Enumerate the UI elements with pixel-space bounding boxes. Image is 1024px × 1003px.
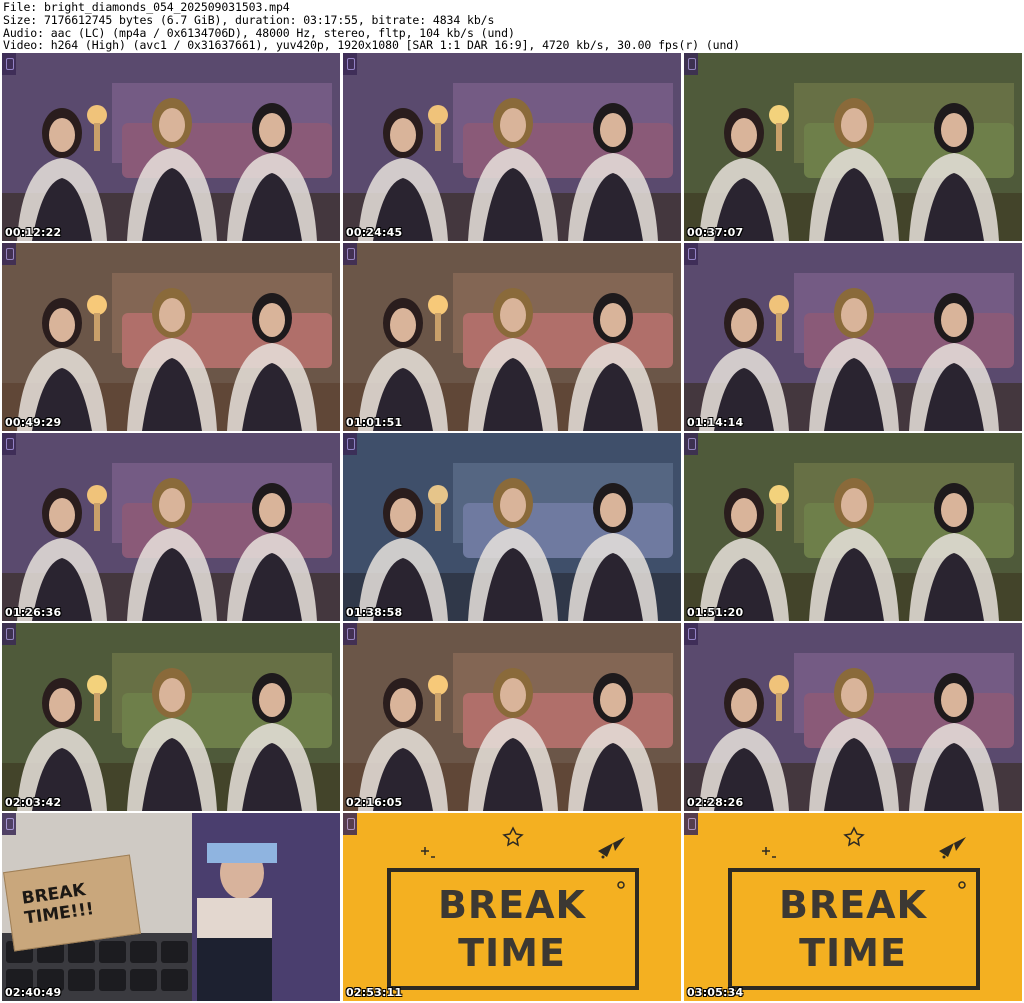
corner-badge-icon [343, 623, 357, 645]
thumbnail-timestamp: 00:37:07 [687, 226, 744, 239]
thumbnail-timestamp: 00:12:22 [5, 226, 62, 239]
thumbnail-timestamp: 01:38:58 [346, 606, 403, 619]
thumbnail-grid: 00:12:22 00:24:45 00:37:07 00:49:29 01:01:51… [2, 53, 1022, 1001]
thumbnail: BREAK TIME!!! 02:40:49 [2, 813, 340, 1001]
video-frame [2, 53, 340, 241]
video-frame [2, 623, 340, 811]
file-size-line: Size: 7176612745 bytes (6.7 GiB), durati… [3, 12, 495, 27]
thumbnail: BREAK TIME 02:53:11 [343, 813, 681, 1001]
thumbnail: 02:03:42 [2, 623, 340, 811]
corner-badge-icon [2, 623, 16, 645]
video-frame [343, 623, 681, 811]
thumbnail-timestamp: 02:16:05 [346, 796, 403, 809]
corner-badge-icon [684, 433, 698, 455]
corner-badge-icon [684, 623, 698, 645]
time-title-line: TIME [799, 931, 907, 975]
video-frame [343, 433, 681, 621]
video-frame [2, 433, 340, 621]
video-info-line: Video: h264 (High) (avc1 / 0x31637661), … [3, 38, 740, 53]
thumbnail: 01:51:20 [684, 433, 1022, 621]
corner-badge-icon [343, 433, 357, 455]
thumbnail-timestamp: 01:51:20 [687, 606, 744, 619]
thumbnail-timestamp: 03:05:34 [687, 986, 744, 999]
thumbnail-timestamp: 02:28:26 [687, 796, 744, 809]
thumbnail-timestamp: 02:40:49 [5, 986, 62, 999]
video-frame [684, 243, 1022, 431]
thumbnail: 01:26:36 [2, 433, 340, 621]
corner-badge-icon [343, 813, 357, 835]
time-title-line: TIME [458, 931, 566, 975]
corner-badge-icon [343, 53, 357, 75]
corner-badge-icon [684, 813, 698, 835]
video-frame [684, 433, 1022, 621]
video-frame [343, 243, 681, 431]
thumbnail-timestamp: 01:14:14 [687, 416, 744, 429]
video-frame [684, 623, 1022, 811]
corner-badge-icon [684, 243, 698, 265]
file-info-header: File: bright_diamonds_054_202509031503.m… [3, 1, 1021, 52]
corner-badge-icon [684, 53, 698, 75]
thumbnail: 00:12:22 [2, 53, 340, 241]
video-frame [343, 53, 681, 241]
thumbnail: 01:14:14 [684, 243, 1022, 431]
break-title-line: BREAK [437, 883, 587, 927]
thumbnail: 02:16:05 [343, 623, 681, 811]
corner-badge-icon [2, 53, 16, 75]
thumbnail-timestamp: 02:03:42 [5, 796, 62, 809]
file-name-line: File: bright_diamonds_054_202509031503.m… [3, 0, 290, 14]
break-time-sign-text: BREAK TIME!!! [20, 880, 96, 929]
thumbnail: 01:01:51 [343, 243, 681, 431]
corner-badge-icon [2, 243, 16, 265]
thumbnail: 02:28:26 [684, 623, 1022, 811]
video-frame [2, 243, 340, 431]
corner-badge-icon [2, 433, 16, 455]
thumbnail: 00:49:29 [2, 243, 340, 431]
thumbnail-timestamp: 02:53:11 [346, 986, 403, 999]
thumbnail: 01:38:58 [343, 433, 681, 621]
break-title-line: BREAK [778, 883, 928, 927]
thumbnail: BREAK TIME 03:05:34 [684, 813, 1022, 1001]
thumbnail-timestamp: 01:26:36 [5, 606, 62, 619]
thumbnail: 00:24:45 [343, 53, 681, 241]
thumbnail-timestamp: 01:01:51 [346, 416, 403, 429]
thumbnail-timestamp: 00:49:29 [5, 416, 62, 429]
thumbnail: 00:37:07 [684, 53, 1022, 241]
corner-badge-icon [343, 243, 357, 265]
video-frame [684, 53, 1022, 241]
corner-badge-icon [2, 813, 16, 835]
thumbnail-timestamp: 00:24:45 [346, 226, 403, 239]
